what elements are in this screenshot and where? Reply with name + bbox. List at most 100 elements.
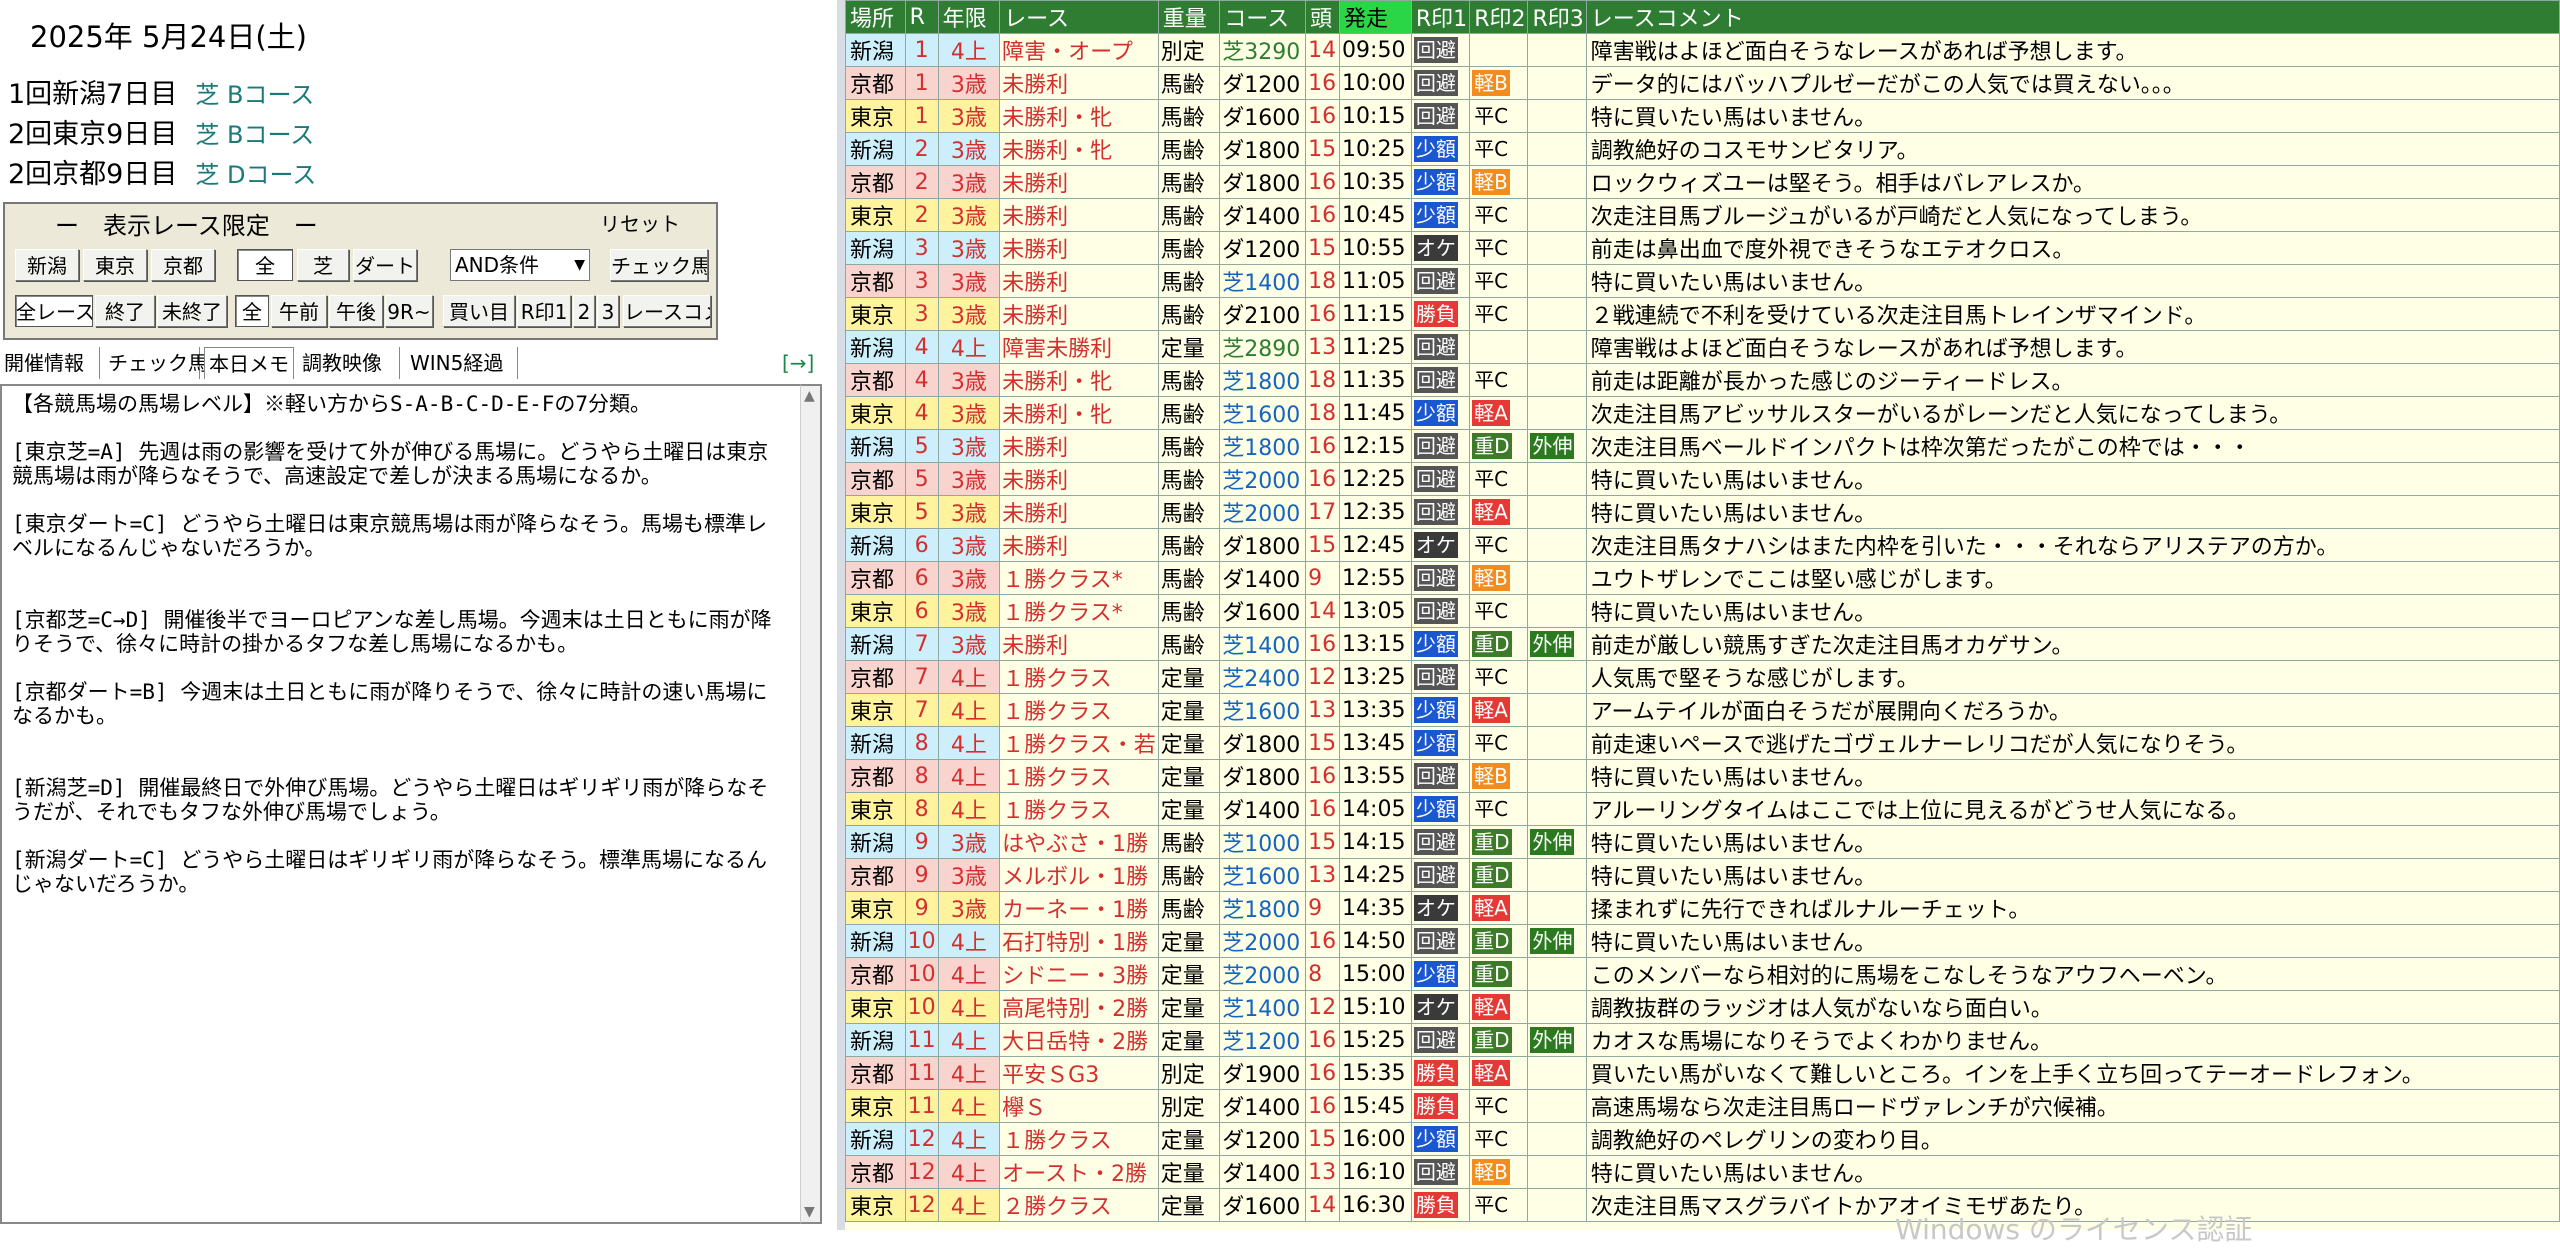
filter-turf-button[interactable]: 芝 bbox=[297, 249, 349, 281]
race-table-body: 新潟 1 4上 障害・オープ 別定 芝3290 14 09:50 回避 障害戦はよほど面白そうなレ… bbox=[845, 33, 2560, 1222]
filter-finished-button[interactable]: 終了 bbox=[95, 295, 155, 327]
weight-rule-cell: 定量 bbox=[1157, 330, 1221, 364]
race-comment-cell: 次走注目馬タナハシはまた内枠を引いた・・・それならアリステアの方か。 bbox=[1585, 528, 2560, 562]
header-place[interactable]: 場所 bbox=[845, 0, 906, 34]
filter-unfinished-button[interactable]: 未終了 bbox=[157, 295, 227, 327]
mark1-cell: 回避 bbox=[1410, 924, 1471, 958]
post-time-cell: 11:45 bbox=[1339, 396, 1412, 430]
table-row[interactable]: 京都 3 3歳 未勝利 馬齢 芝1400 18 11:05 回避 平C 特に買いたい馬はいません。 bbox=[845, 264, 2560, 298]
header-course[interactable]: コース bbox=[1219, 0, 1307, 34]
post-time-cell: 15:00 bbox=[1339, 957, 1412, 991]
table-row[interactable]: 東京 12 4上 ２勝クラス 定量 ダ1600 14 16:30 勝負 平C 次走注目馬マスグラバイ… bbox=[845, 1188, 2560, 1222]
filter-afternoon-button[interactable]: 午後 bbox=[329, 295, 383, 327]
table-row[interactable]: 東京 11 4上 欅Ｓ 別定 ダ1400 16 15:45 勝負 平C 高速馬場なら次走注目馬ロード… bbox=[845, 1089, 2560, 1123]
header-age[interactable]: 年限 bbox=[937, 0, 1001, 34]
table-row[interactable]: 新潟 11 4上 大日岳特・2勝 定量 芝1200 16 15:25 回避 重D 外伸 カオスな馬場に… bbox=[845, 1023, 2560, 1057]
table-row[interactable]: 東京 4 3歳 未勝利・牝 馬齢 芝1600 18 11:45 少額 軽A 次走注目馬アビッサルスタ… bbox=[845, 396, 2560, 430]
filter-kyoto-button[interactable]: 京都 bbox=[151, 249, 215, 281]
header-mark2[interactable]: R印2 bbox=[1469, 0, 1529, 34]
table-row[interactable]: 東京 5 3歳 未勝利 馬齢 芝2000 17 12:35 回避 軽A 特に買いたい馬はいません。 bbox=[845, 495, 2560, 529]
mark1-cell: 回避 bbox=[1410, 660, 1471, 694]
tab-today-memo[interactable]: 本日メモ bbox=[204, 347, 294, 379]
table-row[interactable]: 東京 9 3歳 カーネー・1勝 馬齢 芝1800 9 14:35 オケ 軽A 揉まれずに先行できれば… bbox=[845, 891, 2560, 925]
table-row[interactable]: 新潟 9 3歳 はやぶさ・1勝 馬齢 芝1000 15 14:15 回避 重D 外伸 特に買いたい馬は… bbox=[845, 825, 2560, 859]
header-runners[interactable]: 頭 bbox=[1305, 0, 1341, 34]
table-row[interactable]: 新潟 5 3歳 未勝利 馬齢 芝1800 16 12:15 回避 重D 外伸 次走注目馬ベールドインパ… bbox=[845, 429, 2560, 463]
table-row[interactable]: 東京 10 4上 高尾特別・2勝 定量 芝1400 12 15:10 オケ 軽A 調教抜群のラッジオ… bbox=[845, 990, 2560, 1024]
mark3-cell bbox=[1527, 495, 1587, 529]
header-weight[interactable]: 重量 bbox=[1157, 0, 1221, 34]
table-row[interactable]: 東京 2 3歳 未勝利 馬齢 ダ1400 16 10:45 少額 平C 次走注目馬ブルージュがいるが… bbox=[845, 198, 2560, 232]
header-race-number[interactable]: R bbox=[904, 0, 939, 34]
table-row[interactable]: 新潟 8 4上 １勝クラス・若 定量 ダ1800 15 13:45 少額 平C 前走速いペースで逃げ… bbox=[845, 726, 2560, 760]
header-race[interactable]: レース bbox=[999, 0, 1159, 34]
mark-badge: 回避 bbox=[1413, 565, 1458, 591]
course-cell: ダ1200 bbox=[1219, 231, 1307, 265]
table-row[interactable]: 新潟 3 3歳 未勝利 馬齢 ダ1200 15 10:55 オケ 平C 前走は鼻出血で度外視できそう… bbox=[845, 231, 2560, 265]
table-row[interactable]: 新潟 4 4上 障害未勝利 定量 芝2890 13 11:25 回避 障害戦はよほど面白そうなレー… bbox=[845, 330, 2560, 364]
race-number-cell: 10 bbox=[904, 924, 939, 958]
header-race-comment[interactable]: レースコメント bbox=[1585, 0, 2560, 34]
filter-mark3-button[interactable]: 3 bbox=[597, 295, 619, 327]
table-row[interactable]: 新潟 2 3歳 未勝利・牝 馬齢 ダ1800 15 10:25 少額 平C 調教絶好のコスモサンビタ… bbox=[845, 132, 2560, 166]
mark1-cell: 回避 bbox=[1410, 33, 1471, 67]
filter-dirt-button[interactable]: ダート bbox=[353, 249, 417, 281]
table-row[interactable]: 京都 1 3歳 未勝利 馬齢 ダ1200 16 10:00 回避 軽B データ的にはバッハプルゼーだ… bbox=[845, 66, 2560, 100]
table-row[interactable]: 京都 10 4上 シドニー・3勝 定量 芝2000 8 15:00 少額 重D このメンバーなら相対… bbox=[845, 957, 2560, 991]
tab-win5-progress[interactable]: WIN5経過 bbox=[406, 347, 518, 379]
filter-mark1-button[interactable]: R印1 bbox=[517, 295, 571, 327]
race-comment-cell: 前走速いペースで逃げたゴヴェルナーレリコだが人気になりそう。 bbox=[1585, 726, 2560, 760]
filter-morning-button[interactable]: 午前 bbox=[271, 295, 327, 327]
filter-race-comment-button[interactable]: レースコメ bbox=[623, 295, 711, 327]
tab-check-horses[interactable]: チェック馬 bbox=[104, 347, 208, 379]
weight-rule-cell: 馬齢 bbox=[1157, 396, 1221, 430]
filter-niigata-button[interactable]: 新潟 bbox=[15, 249, 79, 281]
scroll-up-icon[interactable]: ▲ bbox=[804, 388, 815, 404]
check-horse-button[interactable]: チェック馬 bbox=[610, 249, 708, 281]
filter-surface-all-button[interactable]: 全 bbox=[237, 249, 293, 281]
race-name-cell: 障害・オープ bbox=[999, 33, 1159, 67]
table-row[interactable]: 京都 4 3歳 未勝利・牝 馬齢 芝1800 18 11:35 回避 平C 前走は距離が長かった感じ… bbox=[845, 363, 2560, 397]
filter-mark2-button[interactable]: 2 bbox=[573, 295, 595, 327]
table-row[interactable]: 新潟 6 3歳 未勝利 馬齢 ダ1800 15 12:45 オケ 平C 次走注目馬タナハシはまた内枠… bbox=[845, 528, 2560, 562]
filter-9r-button[interactable]: 9R~ bbox=[385, 295, 433, 327]
race-name-cell: 未勝利 bbox=[999, 198, 1159, 232]
memo-textarea[interactable]: 【各競馬場の馬場レベル】※軽い方からS-A-B-C-D-E-Fの7分類。 [東京… bbox=[0, 384, 800, 1224]
table-row[interactable]: 新潟 7 3歳 未勝利 馬齢 芝1400 16 13:15 少額 重D 外伸 前走が厳しい競馬すぎた次… bbox=[845, 627, 2560, 661]
filter-all-races-button[interactable]: 全レース bbox=[15, 295, 93, 327]
memo-scrollbar[interactable]: ▲ ▼ bbox=[800, 384, 822, 1224]
tab-training-video[interactable]: 調教映像 bbox=[298, 347, 400, 379]
expand-arrow-link[interactable]: [→] bbox=[782, 347, 814, 379]
table-row[interactable]: 京都 2 3歳 未勝利 馬齢 ダ1800 16 10:35 少額 軽B ロックウィズユーは堅そう。相… bbox=[845, 165, 2560, 199]
condition-select[interactable]: AND条件 ▼ bbox=[450, 249, 590, 281]
reset-button[interactable]: リセット bbox=[600, 208, 680, 237]
table-row[interactable]: 京都 7 4上 １勝クラス 定量 芝2400 12 13:25 回避 平C 人気馬で堅そうな感じがし… bbox=[845, 660, 2560, 694]
header-post-time[interactable]: 発走 bbox=[1339, 0, 1412, 34]
tab-meeting-info[interactable]: 開催情報 bbox=[0, 347, 100, 379]
table-row[interactable]: 東京 6 3歳 １勝クラス* 馬齢 ダ1600 14 13:05 回避 平C 特に買いたい馬はいませ… bbox=[845, 594, 2560, 628]
table-row[interactable]: 新潟 10 4上 石打特別・1勝 定量 芝2000 16 14:50 回避 重D 外伸 特に買いたい馬… bbox=[845, 924, 2560, 958]
header-mark3[interactable]: R印3 bbox=[1527, 0, 1587, 34]
table-row[interactable]: 東京 7 4上 １勝クラス 定量 芝1600 13 13:35 少額 軽A アームテイルが面白そうだ… bbox=[845, 693, 2560, 727]
table-row[interactable]: 京都 11 4上 平安ＳG3 別定 ダ1900 16 15:35 勝負 軽A 買いたい馬がいなくて難… bbox=[845, 1056, 2560, 1090]
table-row[interactable]: 京都 12 4上 オースト・2勝 定量 ダ1400 13 16:10 回避 軽B 特に買いたい馬はい… bbox=[845, 1155, 2560, 1189]
filter-tokyo-button[interactable]: 東京 bbox=[83, 249, 147, 281]
table-row[interactable]: 京都 8 4上 １勝クラス 定量 ダ1800 16 13:55 回避 軽B 特に買いたい馬はいません… bbox=[845, 759, 2560, 793]
filter-bets-button[interactable]: 買い目 bbox=[443, 295, 515, 327]
table-row[interactable]: 東京 3 3歳 未勝利 馬齢 ダ2100 16 11:15 勝負 平C ２戦連続で不利を受けている次… bbox=[845, 297, 2560, 331]
table-row[interactable]: 東京 1 3歳 未勝利・牝 馬齢 ダ1600 16 10:15 回避 平C 特に買いたい馬はいません… bbox=[845, 99, 2560, 133]
table-row[interactable]: 京都 9 3歳 メルボル・1勝 馬齢 芝1600 13 14:25 回避 重D 特に買いたい馬はいま… bbox=[845, 858, 2560, 892]
filter-time-all-button[interactable]: 全 bbox=[235, 295, 269, 327]
table-row[interactable]: 京都 6 3歳 １勝クラス* 馬齢 ダ1400 9 12:55 回避 軽B ユウトザレンでここは堅い… bbox=[845, 561, 2560, 595]
weight-rule-cell: 馬齢 bbox=[1157, 462, 1221, 496]
race-comment-cell: ユウトザレンでここは堅い感じがします。 bbox=[1585, 561, 2560, 595]
place-cell: 京都 bbox=[845, 1155, 906, 1189]
table-row[interactable]: 新潟 1 4上 障害・オープ 別定 芝3290 14 09:50 回避 障害戦はよほど面白そうなレ… bbox=[845, 33, 2560, 67]
table-row[interactable]: 東京 8 4上 １勝クラス 定量 ダ1400 16 14:05 少額 平C アルーリングタイムはここ… bbox=[845, 792, 2560, 826]
scroll-down-icon[interactable]: ▼ bbox=[804, 1204, 815, 1220]
runners-cell: 12 bbox=[1305, 990, 1341, 1024]
table-row[interactable]: 京都 5 3歳 未勝利 馬齢 芝2000 16 12:25 回避 平C 特に買いたい馬はいません。 bbox=[845, 462, 2560, 496]
table-row[interactable]: 新潟 12 4上 １勝クラス 定量 ダ1200 15 16:00 少額 平C 調教絶好のペレグリンの… bbox=[845, 1122, 2560, 1156]
course-cell: ダ1600 bbox=[1219, 99, 1307, 133]
header-mark1[interactable]: R印1 bbox=[1410, 0, 1471, 34]
